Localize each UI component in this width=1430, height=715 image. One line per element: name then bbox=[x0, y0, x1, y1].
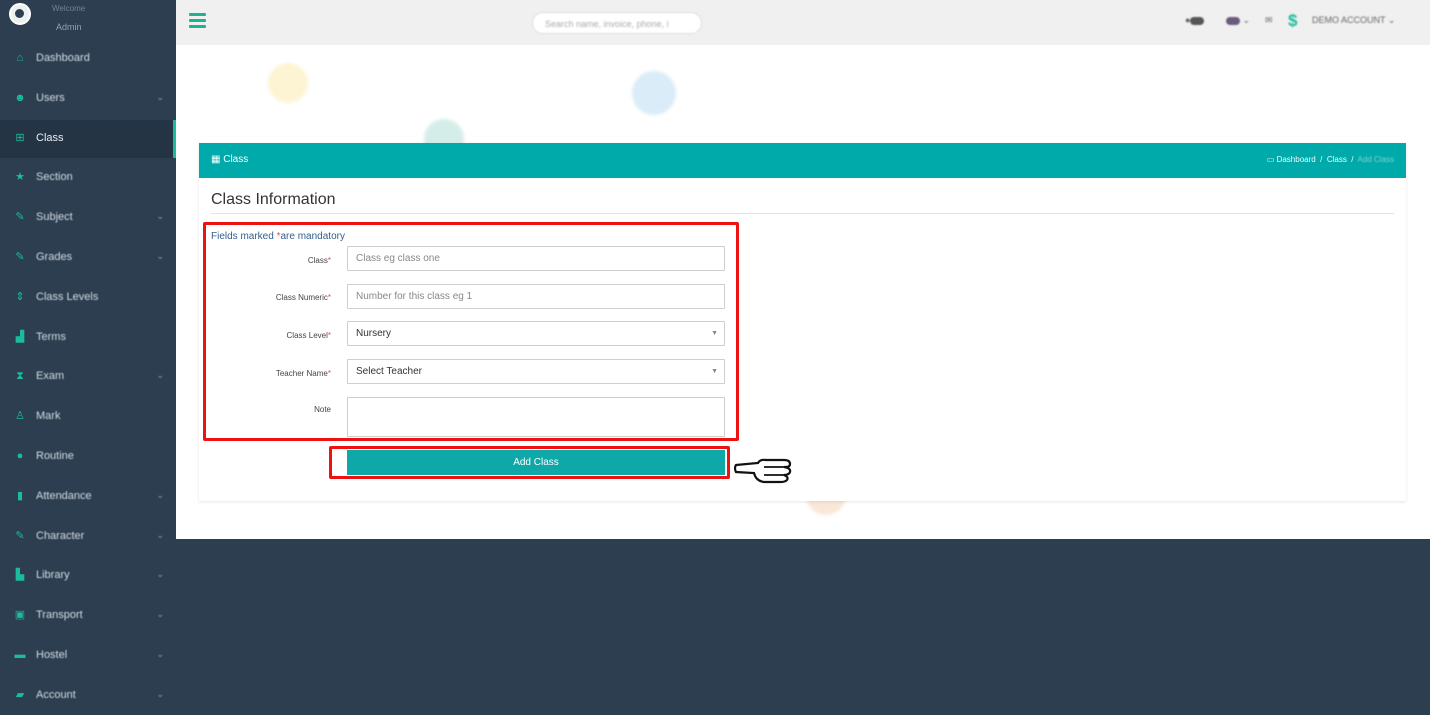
chevron-down-icon: ⌄ bbox=[156, 529, 164, 540]
breadcrumb-current: Add Class bbox=[1357, 155, 1394, 164]
sidebar-item-dashboard[interactable]: ⌂ Dashboard bbox=[0, 40, 176, 78]
money-icon: ▰ bbox=[15, 688, 25, 701]
sidebar-item-mark[interactable]: ♙ Mark bbox=[0, 398, 176, 436]
sidebar-item-character[interactable]: ✎ Character ⌄ bbox=[0, 518, 176, 556]
sidebar-item-label: Grades bbox=[36, 251, 73, 263]
topbar-right: ● ⌄ ✉ $ DEMO ACCOUNT ⌄ bbox=[1090, 0, 1430, 45]
sidebar-item-label: Character bbox=[36, 529, 85, 542]
sidebar-item-exam[interactable]: ⧗ Exam ⌄ bbox=[0, 358, 176, 396]
topbar: Search name, invoice, phone, i ● ⌄ ✉ $ D… bbox=[176, 0, 1430, 45]
divider bbox=[211, 213, 1394, 214]
clock-icon: ● bbox=[16, 450, 24, 462]
sidebar-item-label: Section bbox=[36, 171, 73, 184]
sidebar-item-label: Dashboard bbox=[36, 52, 90, 64]
sitemap-icon: ⊞ bbox=[15, 131, 25, 144]
language-flag-icon[interactable]: ⌄ bbox=[1226, 15, 1250, 26]
bar-chart-icon: ▟ bbox=[15, 330, 25, 343]
edit-icon: ✎ bbox=[15, 211, 25, 224]
dollar-icon: $ bbox=[1288, 11, 1298, 30]
mail-icon[interactable]: ✉ bbox=[1265, 15, 1273, 26]
hourglass-icon: ⧗ bbox=[16, 370, 24, 383]
sidebar-item-label: Mark bbox=[36, 410, 61, 423]
sidebar-item-hostel[interactable]: ▬ Hostel ⌄ bbox=[0, 637, 176, 675]
sidebar-item-account[interactable]: ▰ Account ⌄ bbox=[0, 677, 176, 715]
breadcrumb: ▭ Dashboard / Class / Add Class bbox=[1266, 155, 1394, 164]
globe-logo-icon bbox=[9, 3, 31, 25]
bus-icon: ▣ bbox=[14, 609, 26, 622]
sidebar-item-label: Attendance bbox=[36, 489, 92, 502]
sidebar-item-subject[interactable]: ✎ Subject ⌄ bbox=[0, 199, 176, 237]
panel-title: ▦ Class bbox=[211, 154, 248, 165]
sidebar-item-label: Terms bbox=[36, 330, 66, 343]
chevron-down-icon: ⌄ bbox=[156, 370, 164, 381]
clipboard-icon: ▮ bbox=[16, 489, 24, 502]
background-dot bbox=[632, 71, 676, 115]
chevron-down-icon: ⌄ bbox=[156, 91, 164, 102]
account-menu[interactable]: DEMO ACCOUNT ⌄ bbox=[1312, 15, 1395, 26]
breadcrumb-class[interactable]: Class bbox=[1327, 155, 1347, 164]
page-heading: Class Information bbox=[211, 191, 336, 208]
sidebar-item-class[interactable]: ⊞ Class bbox=[0, 119, 176, 158]
sidebar-item-label: Library bbox=[36, 569, 70, 582]
users-icon: ☻ bbox=[14, 91, 26, 104]
sidebar-item-label: Hostel bbox=[36, 649, 68, 661]
chevron-down-icon: ⌄ bbox=[156, 251, 164, 261]
chevron-down-icon: ⌄ bbox=[156, 569, 164, 580]
sidebar-item-attendance[interactable]: ▮ Attendance ⌄ bbox=[0, 478, 176, 516]
breadcrumb-dashboard[interactable]: Dashboard bbox=[1277, 155, 1316, 164]
sidebar-item-terms[interactable]: ▟ Terms bbox=[0, 319, 176, 357]
notifications-icon[interactable]: ● bbox=[1185, 15, 1205, 25]
form-highlight-box bbox=[203, 222, 739, 441]
pointing-hand-icon bbox=[734, 458, 792, 484]
sort-icon: ⇕ bbox=[15, 290, 25, 303]
sidebar-item-label: Account bbox=[36, 688, 76, 701]
panel-header: ▦ Class ▭ Dashboard / Class / Add Class bbox=[199, 143, 1406, 178]
book-icon: ▙ bbox=[15, 569, 25, 582]
edit-icon: ✎ bbox=[15, 529, 25, 542]
sidebar-item-grades[interactable]: ✎ Grades ⌄ bbox=[0, 239, 176, 277]
chevron-down-icon: ⌄ bbox=[156, 649, 164, 659]
sidebar-item-label: Exam bbox=[36, 370, 65, 383]
sitemap-icon: ▦ bbox=[211, 154, 221, 165]
sidebar-item-label: Users bbox=[36, 91, 65, 104]
menu-toggle-icon[interactable] bbox=[189, 13, 206, 28]
sidebar-item-library[interactable]: ▙ Library ⌄ bbox=[0, 557, 176, 595]
chevron-down-icon: ⌄ bbox=[156, 211, 164, 222]
chevron-down-icon: ⌄ bbox=[156, 489, 164, 500]
laptop-icon: ▭ bbox=[1266, 155, 1275, 164]
sidebar-item-label: Class Levels bbox=[36, 290, 99, 303]
sidebar-item-label: Routine bbox=[36, 450, 74, 462]
sidebar-item-transport[interactable]: ▣ Transport ⌄ bbox=[0, 597, 176, 635]
sidebar-profile: Welcome Admin bbox=[0, 0, 176, 36]
star-icon: ★ bbox=[15, 171, 25, 184]
search-input[interactable]: Search name, invoice, phone, i bbox=[532, 12, 702, 34]
button-highlight-box bbox=[329, 446, 730, 479]
sidebar-item-section[interactable]: ★ Section bbox=[0, 159, 176, 197]
user-name: Admin bbox=[56, 22, 82, 32]
edit-icon: ✎ bbox=[15, 251, 25, 263]
bed-icon: ▬ bbox=[14, 649, 26, 661]
panel-title-text: Class bbox=[223, 154, 249, 165]
sidebar-item-label: Subject bbox=[36, 211, 73, 224]
welcome-text: Welcome bbox=[52, 4, 86, 13]
chevron-down-icon: ⌄ bbox=[156, 688, 164, 699]
home-icon: ⌂ bbox=[16, 52, 24, 64]
sidebar-item-class-levels[interactable]: ⇕ Class Levels bbox=[0, 279, 176, 317]
user-icon: ♙ bbox=[15, 410, 25, 423]
sidebar-item-label: Transport bbox=[36, 609, 83, 622]
sidebar-item-routine[interactable]: ● Routine bbox=[0, 438, 176, 476]
chevron-down-icon: ⌄ bbox=[156, 609, 164, 620]
sidebar-item-label: Class bbox=[36, 131, 64, 144]
background-dot bbox=[268, 63, 308, 103]
sidebar: Welcome Admin ⌂ Dashboard ☻ Users ⌄ ⊞ Class ★ Se… bbox=[0, 0, 176, 707]
sidebar-item-users[interactable]: ☻ Users ⌄ bbox=[0, 80, 176, 118]
